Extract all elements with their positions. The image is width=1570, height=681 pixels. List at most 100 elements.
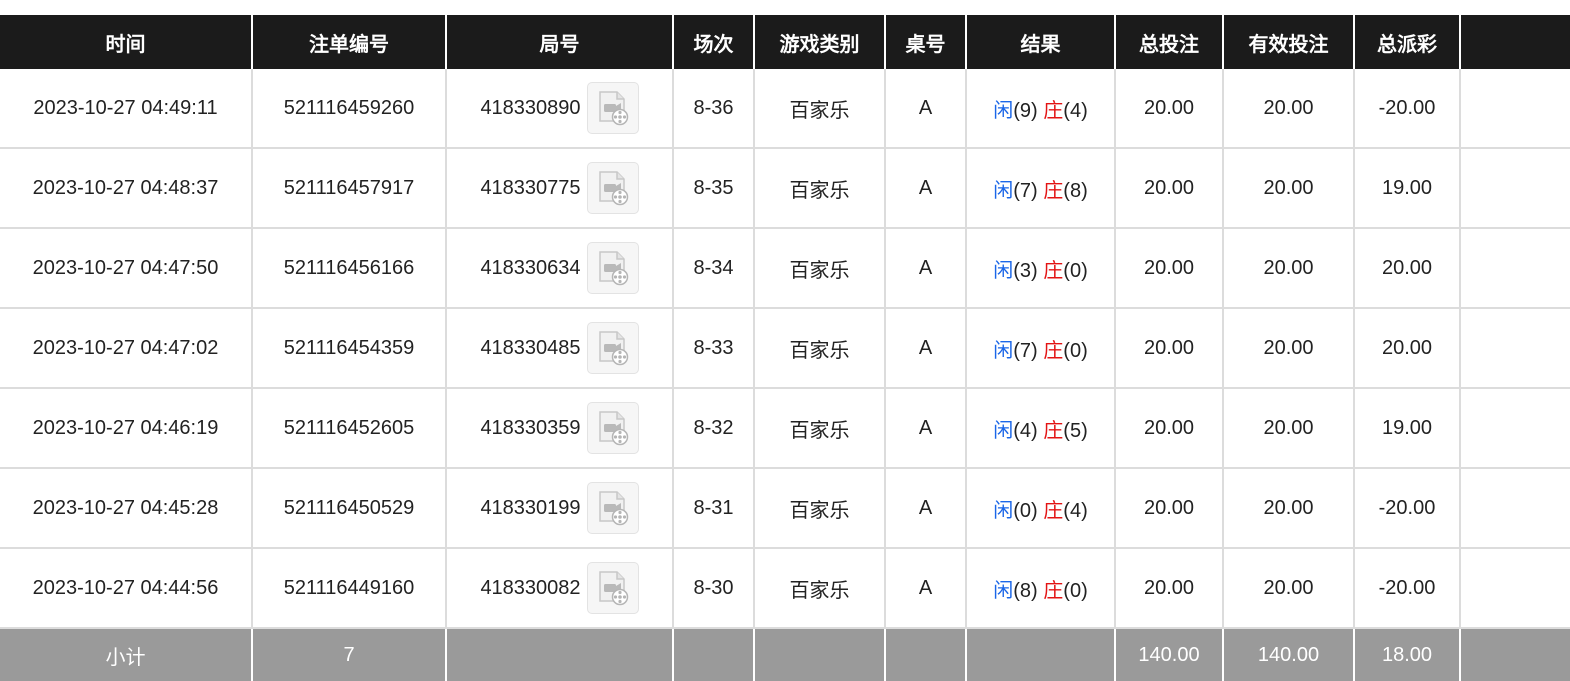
subtotal-label: 小计 <box>0 628 253 681</box>
column-header-time: 时间 <box>0 15 253 69</box>
cell-total-bet: 20.00 <box>1115 468 1224 549</box>
video-replay-icon[interactable] <box>586 242 639 294</box>
cell-round: 418330890 <box>446 69 674 149</box>
cell-payout: 19.00 <box>1354 148 1461 229</box>
cell-bet-id: 521116457917 <box>252 148 447 229</box>
result-player-score: (4) <box>1013 419 1038 442</box>
column-header-bet-id: 注单编号 <box>252 15 447 69</box>
result-banker-score: (4) <box>1063 499 1088 522</box>
subtotal-row: 小计 7 140.00 140.00 18.00 <box>0 628 1570 681</box>
cell-bet-id: 521116459260 <box>252 69 447 149</box>
video-replay-icon[interactable] <box>586 162 639 214</box>
cell-table: A <box>885 148 967 229</box>
cell-valid-bet: 20.00 <box>1223 69 1355 149</box>
result-banker-score: (0) <box>1063 579 1088 602</box>
column-header-shoe: 场次 <box>673 15 755 69</box>
cell-payout: 19.00 <box>1354 388 1461 469</box>
cell-game-type: 百家乐 <box>754 228 886 309</box>
cell-round: 418330485 <box>446 308 674 389</box>
cell-time: 2023-10-27 04:47:02 <box>0 308 253 389</box>
cell-table: A <box>885 468 967 549</box>
column-header-payout: 总派彩 <box>1354 15 1461 69</box>
cell-bet-id: 521116450529 <box>252 468 447 549</box>
cell-shoe: 8-30 <box>673 548 755 629</box>
cell-bet-id: 521116454359 <box>252 308 447 389</box>
cell-extra <box>1460 548 1570 629</box>
subtotal-total-bet: 140.00 <box>1115 628 1224 681</box>
column-header-table: 桌号 <box>885 15 967 69</box>
video-replay-icon[interactable] <box>586 562 639 614</box>
result-player-score: (7) <box>1013 339 1038 362</box>
column-header-round: 局号 <box>446 15 674 69</box>
cell-round: 418330359 <box>446 388 674 469</box>
cell-table: A <box>885 388 967 469</box>
column-header-total-bet: 总投注 <box>1115 15 1224 69</box>
result-player-score: (7) <box>1013 179 1038 202</box>
result-banker-label: 庄 <box>1043 497 1064 522</box>
video-replay-icon[interactable] <box>586 482 639 534</box>
cell-valid-bet: 20.00 <box>1223 308 1355 389</box>
column-header-valid-bet: 有效投注 <box>1223 15 1355 69</box>
column-header-game-type: 游戏类别 <box>754 15 886 69</box>
video-replay-icon-graphic <box>598 411 628 446</box>
cell-game-type: 百家乐 <box>754 308 886 389</box>
cell-payout: 20.00 <box>1354 228 1461 309</box>
column-header-result: 结果 <box>966 15 1116 69</box>
result-banker-label: 庄 <box>1043 577 1064 602</box>
table-header-row: 时间 注单编号 局号 场次 游戏类别 桌号 结果 总投注 有效投注 总派彩 <box>0 15 1570 69</box>
video-replay-icon[interactable] <box>586 82 639 134</box>
cell-valid-bet: 20.00 <box>1223 148 1355 229</box>
subtotal-count: 7 <box>252 628 447 681</box>
result-player-label: 闲 <box>993 577 1014 602</box>
cell-time: 2023-10-27 04:44:56 <box>0 548 253 629</box>
result-banker-label: 庄 <box>1043 177 1064 202</box>
result-banker-label: 庄 <box>1043 337 1064 362</box>
cell-table: A <box>885 69 967 149</box>
cell-extra <box>1460 388 1570 469</box>
cell-game-type: 百家乐 <box>754 148 886 229</box>
cell-valid-bet: 20.00 <box>1223 388 1355 469</box>
table-row: 2023-10-27 04:47:50 521116456166 4183306… <box>0 228 1570 309</box>
cell-shoe: 8-34 <box>673 228 755 309</box>
cell-result: 闲(4) 庄(5) <box>966 388 1116 469</box>
video-replay-icon-graphic <box>598 491 628 526</box>
video-replay-icon-graphic <box>598 91 628 126</box>
table-row: 2023-10-27 04:47:02 521116454359 4183304… <box>0 308 1570 389</box>
video-replay-icon-graphic <box>598 171 628 206</box>
cell-extra <box>1460 468 1570 549</box>
cell-total-bet: 20.00 <box>1115 148 1224 229</box>
bet-history-table: 时间 注单编号 局号 场次 游戏类别 桌号 结果 总投注 有效投注 总派彩 20… <box>0 15 1570 681</box>
result-banker-score: (0) <box>1063 339 1088 362</box>
cell-extra <box>1460 308 1570 389</box>
cell-game-type: 百家乐 <box>754 468 886 549</box>
result-banker-score: (4) <box>1063 99 1088 122</box>
result-player-score: (8) <box>1013 579 1038 602</box>
cell-time: 2023-10-27 04:49:11 <box>0 69 253 149</box>
cell-result: 闲(0) 庄(4) <box>966 468 1116 549</box>
result-player-label: 闲 <box>993 257 1014 282</box>
cell-result: 闲(7) 庄(8) <box>966 148 1116 229</box>
result-player-label: 闲 <box>993 337 1014 362</box>
top-strip <box>0 0 1570 15</box>
cell-table: A <box>885 308 967 389</box>
cell-game-type: 百家乐 <box>754 69 886 149</box>
result-banker-score: (5) <box>1063 419 1088 442</box>
video-replay-icon[interactable] <box>586 322 639 374</box>
cell-payout: -20.00 <box>1354 69 1461 149</box>
cell-shoe: 8-35 <box>673 148 755 229</box>
round-number: 418330359 <box>480 416 581 439</box>
table-row: 2023-10-27 04:45:28 521116450529 4183301… <box>0 468 1570 549</box>
result-player-score: (0) <box>1013 499 1038 522</box>
video-replay-icon[interactable] <box>586 402 639 454</box>
cell-game-type: 百家乐 <box>754 388 886 469</box>
cell-time: 2023-10-27 04:47:50 <box>0 228 253 309</box>
result-banker-label: 庄 <box>1043 97 1064 122</box>
table-row: 2023-10-27 04:49:11 521116459260 4183308… <box>0 69 1570 149</box>
cell-bet-id: 521116452605 <box>252 388 447 469</box>
subtotal-empty-round <box>446 628 674 681</box>
cell-valid-bet: 20.00 <box>1223 228 1355 309</box>
cell-bet-id: 521116449160 <box>252 548 447 629</box>
cell-extra <box>1460 69 1570 149</box>
video-replay-icon-graphic <box>598 251 628 286</box>
cell-result: 闲(3) 庄(0) <box>966 228 1116 309</box>
